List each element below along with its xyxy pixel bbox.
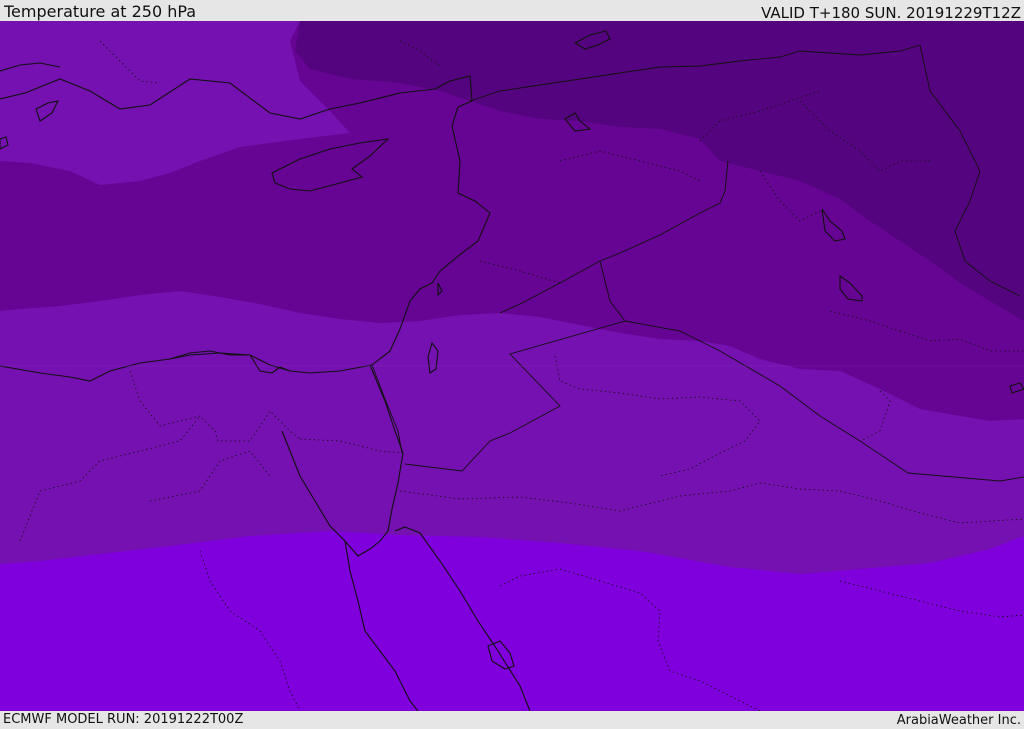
header-bar: Temperature at 250 hPa VALID T+180 SUN. … (0, 0, 1024, 22)
model-run: ECMWF MODEL RUN: 20191222T00Z (3, 712, 244, 727)
valid-time: VALID T+180 SUN. 20191229T12Z (761, 4, 1021, 22)
weather-map[interactable] (0, 21, 1024, 711)
map-title: Temperature at 250 hPa (4, 2, 197, 21)
footer-bar: ECMWF MODEL RUN: 20191222T00Z ArabiaWeat… (0, 711, 1024, 729)
map-canvas (0, 21, 1024, 711)
credit: ArabiaWeather Inc. (896, 713, 1021, 728)
